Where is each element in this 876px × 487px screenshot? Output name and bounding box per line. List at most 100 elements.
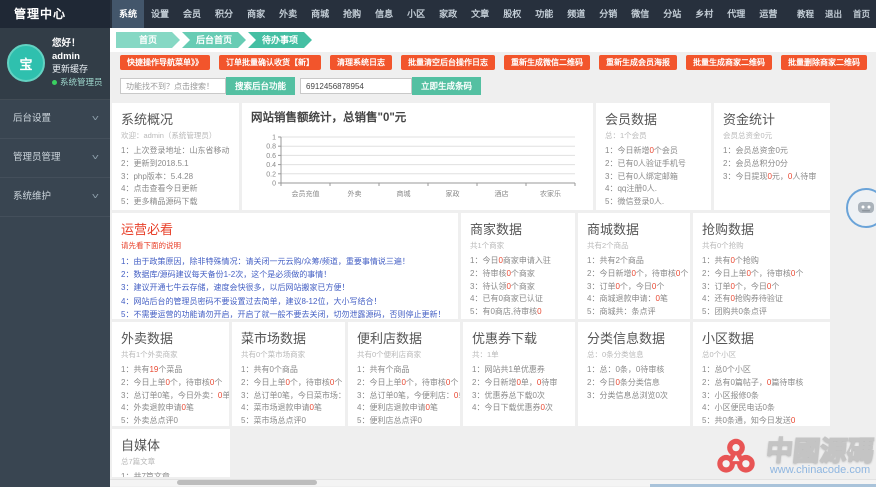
panel-title: 自媒体 [121, 435, 221, 454]
panel-item: 4：商城退款申请：0笔 [587, 293, 681, 306]
panel-item: 5：团购共0条点评 [702, 306, 821, 319]
function-search-input[interactable] [120, 78, 226, 94]
quick-action-button-1[interactable]: 快捷操作导航菜单》》 [120, 55, 210, 70]
chart-title: 网站销售额统计，总销售"0"元 [251, 109, 584, 125]
nav-item-9[interactable]: 信息 [368, 0, 400, 28]
barcode-input[interactable] [300, 78, 412, 94]
sidebar-item-label: 系统维护 [13, 178, 51, 216]
nav-item-21[interactable]: 运营 [752, 0, 784, 28]
panel-item: 2：今日0条分类信息 [587, 377, 681, 390]
panel-market-data: 菜市场数据 共有0个菜市场商家 1：共有0个商品2：今日上单0个，待审核0个3：… [232, 322, 345, 426]
nav-item-10[interactable]: 小区 [400, 0, 432, 28]
customer-service-float-button[interactable] [846, 188, 876, 228]
panel-item: 5：更多精品源码下载 [121, 196, 230, 209]
panel-operations-notice: 运营必看 请先看下面的说明 1：由于政策原因，除非特殊情况：请关闭一元云购/众筹… [112, 213, 458, 319]
nav-item-20[interactable]: 代理 [720, 0, 752, 28]
tab-3[interactable]: 待办事项 [248, 32, 312, 48]
panel-community-data: 小区数据 总0个小区 1：总0个小区2：总有0篇帖子，0篇待审核3：小区报修0条… [693, 322, 830, 426]
sidebar-item-1[interactable]: 后台设置˅ [0, 100, 110, 139]
nav-item-18[interactable]: 分站 [656, 0, 688, 28]
panel-item: 5：共0条通，知今日发送0 [702, 415, 821, 426]
quick-action-button-8[interactable]: 批量删除商家二维码 [781, 55, 867, 70]
panel-item: 3：今日提现0元，0人待审 [723, 171, 821, 184]
avatar: 宝 [7, 44, 45, 82]
search-backend-button[interactable]: 搜索后台功能 [226, 77, 295, 95]
nav-item-7[interactable]: 商城 [304, 0, 336, 28]
quick-action-button-7[interactable]: 批量生成商家二维码 [686, 55, 772, 70]
nav-item-3[interactable]: 会员 [176, 0, 208, 28]
panel-item: 5：有0商店,待审核0 [470, 306, 566, 319]
panel-subtitle: 会员总资金0元 [723, 130, 821, 141]
nav-item-4[interactable]: 积分 [208, 0, 240, 28]
panel-subtitle: 总：1个会员 [605, 130, 702, 141]
quick-action-button-2[interactable]: 订单批量确认收货【新】 [219, 55, 321, 70]
quick-action-button-4[interactable]: 批量清空后台操作日志 [401, 55, 495, 70]
tab-2[interactable]: 后台首页 [182, 32, 246, 48]
nav-item-5[interactable]: 商家 [240, 0, 272, 28]
nav-item-14[interactable]: 功能 [528, 0, 560, 28]
topbar-link-3[interactable]: 首页 [853, 0, 870, 28]
svg-text:0.4: 0.4 [266, 162, 276, 169]
panel-title: 抢购数据 [702, 219, 821, 238]
panel-sales-chart: 网站销售额统计，总销售"0"元 00.20.40.60.81会员充值外卖商城家政… [242, 103, 593, 210]
scrollbar-thumb[interactable] [177, 480, 317, 485]
update-cache-link[interactable]: 更新缓存 [52, 63, 103, 76]
chevron-down-icon: ˅ [92, 100, 99, 138]
nav-item-11[interactable]: 家政 [432, 0, 464, 28]
panel-item: 6：不会？点击看教程 [121, 209, 230, 210]
customer-service-icon [856, 199, 876, 217]
panel-mall-data: 商城数据 共有2个商品 1：共有2个商品2：今日新增0个，待审核0个3：订单0个… [578, 213, 690, 319]
svg-text:外卖: 外卖 [348, 189, 362, 198]
nav-item-16[interactable]: 分销 [592, 0, 624, 28]
nav-item-19[interactable]: 乡村 [688, 0, 720, 28]
panel-item: 3：分类信息总浏览0次 [587, 390, 681, 403]
generate-barcode-button[interactable]: 立即生成条码 [412, 77, 481, 95]
quick-action-button-5[interactable]: 重新生成微信二维码 [504, 55, 590, 70]
sidebar-item-3[interactable]: 系统维护˅ [0, 178, 110, 217]
chevron-down-icon: ˅ [92, 139, 99, 177]
panel-item: 4：外卖退款申请0笔 [121, 402, 220, 415]
panel-item: 2：总有0篇帖子，0篇待审核 [702, 377, 821, 390]
tab-1[interactable]: 首页 [116, 32, 180, 48]
panel-item: 6：微博注册0人. [605, 209, 702, 210]
panel-subtitle: 总7篇文章 [121, 456, 221, 467]
watermark: 中國源碼 www.chinacode.com [710, 431, 874, 483]
panel-item: 3：总订单0笔，今便利店：0单 [357, 390, 451, 403]
panel-item: 2：今日新增0个，待审核0个 [587, 268, 681, 281]
nav-item-15[interactable]: 频道 [560, 0, 592, 28]
panel-takeout-data: 外卖数据 共有1个外卖商家 1：共有19个菜品2：今日上单0个，待审核0个3：总… [112, 322, 229, 426]
panel-item: 2：已有0人验证手机号 [605, 158, 702, 171]
panel-coupon-data: 优惠券下载 共：1单 1：网站共1单优惠券2：今日新增0单，0待审3：优惠券总下… [463, 322, 575, 426]
sales-chart: 00.20.40.60.81会员充值外卖商城家政酒店农家乐 [251, 127, 584, 203]
topbar-link-2[interactable]: 退出 [825, 0, 842, 28]
panel-funds: 资金统计 会员总资金0元 1：会员总资金0元2：会员总积分0分3：今日提现0元，… [714, 103, 830, 210]
panel-subtitle: 共：1单 [472, 349, 566, 360]
user-greeting: 您好！admin [52, 37, 103, 63]
quick-action-button-6[interactable]: 重新生成会员海报 [599, 55, 677, 70]
panel-item: 1：上次登录地址：山东省移动 [121, 145, 230, 158]
panel-title: 外卖数据 [121, 328, 220, 347]
nav-item-1[interactable]: 系统 [112, 0, 144, 28]
quick-action-button-3[interactable]: 清理系统日志 [330, 55, 392, 70]
nav-item-17[interactable]: 微信 [624, 0, 656, 28]
panel-item: 4：今日下载优惠券0次 [472, 402, 566, 415]
panel-subtitle: 总0个小区 [702, 349, 821, 360]
svg-text:酒店: 酒店 [495, 189, 509, 198]
panel-title: 系统概况 [121, 109, 230, 128]
svg-text:0: 0 [272, 181, 276, 188]
panel-title: 便利店数据 [357, 328, 451, 347]
svg-text:家政: 家政 [446, 189, 460, 198]
watermark-url: www.chinacode.com [766, 464, 874, 476]
nav-item-6[interactable]: 外卖 [272, 0, 304, 28]
panel-store-data: 便利店数据 共有0个便利店商家 1：共有个商品2：今日上单0个，待审核0个3：总… [348, 322, 460, 426]
nav-item-8[interactable]: 抢购 [336, 0, 368, 28]
panel-item: 1：共有0个商品 [241, 364, 336, 377]
nav-item-2[interactable]: 设置 [144, 0, 176, 28]
panel-title: 商城数据 [587, 219, 681, 238]
nav-item-12[interactable]: 文章 [464, 0, 496, 28]
user-role: 系统管理员 [52, 76, 103, 89]
nav-item-13[interactable]: 股权 [496, 0, 528, 28]
sidebar-item-2[interactable]: 管理员管理˅ [0, 139, 110, 178]
panel-subtitle: 共有1个外卖商家 [121, 349, 220, 360]
topbar-link-1[interactable]: 教程 [797, 0, 814, 28]
